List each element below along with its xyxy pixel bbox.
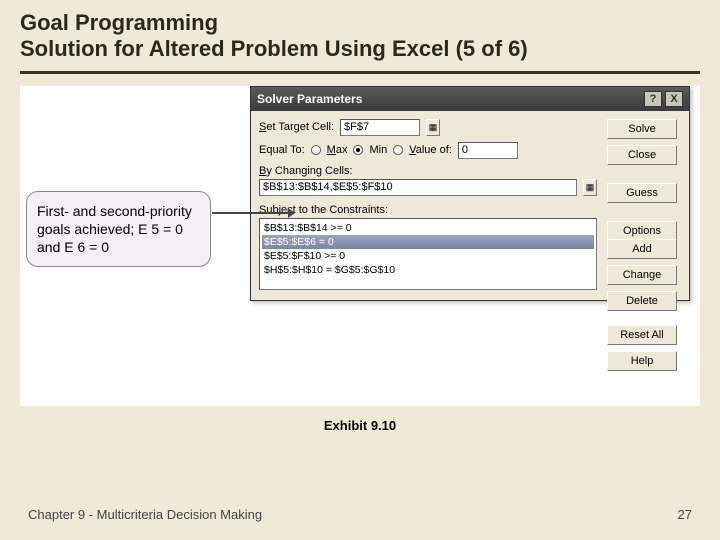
annotation-callout: First- and second-priority goals achieve… [26,191,211,268]
content-area: First- and second-priority goals achieve… [20,86,700,406]
reset-all-button[interactable]: Reset All [607,325,677,345]
grid-icon: ▦ [586,182,595,193]
radio-min[interactable] [353,145,363,155]
solver-parameters-dialog: Solver Parameters ? X Set Target Cell: $… [250,86,690,301]
help-link-button[interactable]: Help [607,351,677,371]
guess-button[interactable]: Guess [607,183,677,203]
grid-icon: ▦ [429,122,438,133]
help-button[interactable]: ? [644,91,662,107]
label-set-target-cell: Set Target Cell: [259,121,334,133]
value-of-input[interactable]: 0 [458,142,518,159]
title-line-2: Solution for Altered Problem Using Excel… [20,36,700,62]
footer-page-number: 27 [678,507,692,522]
slide-footer: Chapter 9 - Multicriteria Decision Makin… [0,507,720,522]
annotation-connector [212,212,290,214]
target-cell-input[interactable]: $F$7 [340,119,420,136]
close-dialog-button[interactable]: Close [607,145,677,165]
solve-button[interactable]: Solve [607,119,677,139]
close-button[interactable]: X [665,91,683,107]
slide-title: Goal Programming Solution for Altered Pr… [0,0,720,71]
radio-value-of[interactable] [393,145,403,155]
constraint-row[interactable]: $E$5:$F$10 >= 0 [262,249,594,263]
label-max: Max [327,144,348,156]
label-subject-to-constraints: Subject to the Constraints: [259,204,597,216]
change-constraint-button[interactable]: Change [607,265,677,285]
constraint-row[interactable]: $H$5:$H$10 = $G$5:$G$10 [262,263,594,277]
range-picker-button-2[interactable]: ▦ [583,179,597,196]
dialog-title: Solver Parameters [257,92,644,106]
exhibit-caption: Exhibit 9.10 [0,418,720,433]
range-picker-button[interactable]: ▦ [426,119,440,136]
title-line-1: Goal Programming [20,10,700,36]
label-equal-to: Equal To: [259,144,305,156]
footer-chapter: Chapter 9 - Multicriteria Decision Makin… [28,507,262,522]
help-icon: ? [650,93,657,105]
changing-cells-input[interactable]: $B$13:$B$14,$E$5:$F$10 [259,179,577,196]
options-button[interactable]: Options [607,221,677,241]
radio-max[interactable] [311,145,321,155]
annotation-arrowhead-icon [288,208,295,218]
constraints-listbox[interactable]: $B$13:$B$14 >= 0 $E$5:$E$6 = 0 $E$5:$F$1… [259,218,597,290]
constraint-row[interactable]: $E$5:$E$6 = 0 [262,235,594,249]
label-min: Min [369,144,387,156]
annotation-text: First- and second-priority goals achieve… [37,203,192,255]
dialog-titlebar: Solver Parameters ? X [251,87,689,111]
add-constraint-button[interactable]: Add [607,239,677,259]
title-rule [20,71,700,74]
close-icon: X [670,93,677,105]
constraint-row[interactable]: $B$13:$B$14 >= 0 [262,221,594,235]
label-by-changing-cells: By Changing Cells: [259,165,597,177]
delete-constraint-button[interactable]: Delete [607,291,677,311]
dialog-body: Set Target Cell: $F$7 ▦ Equal To: Max Mi… [251,111,689,300]
label-value-of: Value of: [409,144,452,156]
